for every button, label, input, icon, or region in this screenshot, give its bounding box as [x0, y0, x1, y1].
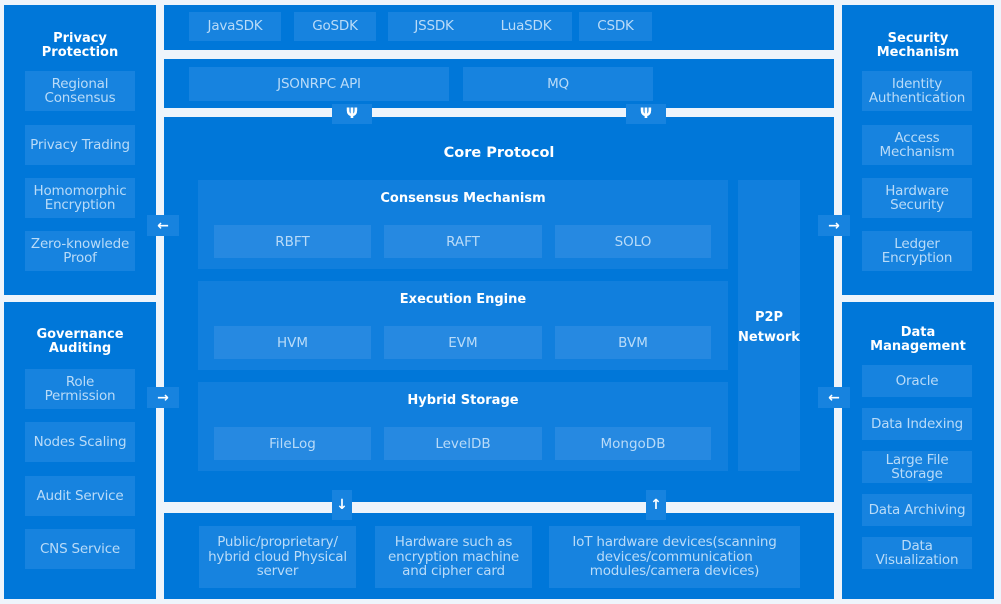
storage-item[interactable]: FileLog: [214, 427, 371, 460]
data-management-item[interactable]: Data Indexing: [862, 408, 972, 440]
security-mechanism-title: Security Mechanism: [876, 31, 960, 60]
privacy-item[interactable]: Zero-knowlede Proof: [25, 231, 135, 271]
privacy-protection-title: Privacy Protection: [41, 31, 119, 60]
security-item[interactable]: Access Mechanism: [862, 125, 972, 165]
infrastructure-item[interactable]: Public/proprietary/ hybrid cloud Physica…: [199, 526, 356, 588]
governance-item[interactable]: CNS Service: [25, 529, 135, 569]
governance-item[interactable]: Audit Service: [25, 476, 135, 516]
sdk-item-go[interactable]: GoSDK: [294, 12, 376, 41]
privacy-item[interactable]: Privacy Trading: [25, 125, 135, 165]
arrow-down-icon: ↓: [332, 490, 352, 520]
core-protocol-title: Core Protocol: [443, 145, 555, 161]
governance-auditing-title: Governance Auditing: [36, 327, 124, 356]
data-management-item[interactable]: Oracle: [862, 365, 972, 397]
security-item[interactable]: Identity Authentication: [862, 71, 972, 111]
infrastructure-item[interactable]: IoT hardware devices(scanning devices/co…: [549, 526, 800, 588]
arrow-up-icon: ↑: [646, 490, 666, 520]
arrow-left-icon: ←: [818, 387, 850, 408]
fork-connector-icon: Ψ: [332, 104, 372, 124]
fork-connector-icon: Ψ: [626, 104, 666, 124]
sdk-item-lua[interactable]: LuaSDK: [480, 12, 572, 41]
execution-engine-title: Execution Engine: [399, 292, 527, 307]
p2p-network-title: P2P Network: [738, 310, 800, 345]
execution-item[interactable]: HVM: [214, 326, 371, 359]
sdk-item-c[interactable]: CSDK: [579, 12, 652, 41]
consensus-item[interactable]: RAFT: [384, 225, 542, 258]
security-item[interactable]: Ledger Encryption: [862, 231, 972, 271]
execution-item[interactable]: EVM: [384, 326, 542, 359]
data-management-title: Data Management: [870, 325, 966, 354]
governance-item[interactable]: Nodes Scaling: [25, 422, 135, 462]
sdk-item-js[interactable]: JSSDK: [388, 12, 480, 41]
consensus-item[interactable]: SOLO: [555, 225, 711, 258]
infrastructure-item[interactable]: Hardware such as encryption machine and …: [375, 526, 532, 588]
consensus-item[interactable]: RBFT: [214, 225, 371, 258]
hybrid-storage-title: Hybrid Storage: [407, 393, 519, 408]
data-management-item[interactable]: Data Archiving: [862, 494, 972, 526]
governance-item[interactable]: Role Permission: [25, 369, 135, 409]
consensus-mechanism-title: Consensus Mechanism: [380, 191, 546, 206]
security-item[interactable]: Hardware Security: [862, 178, 972, 218]
storage-item[interactable]: LevelDB: [384, 427, 542, 460]
api-item-mq[interactable]: MQ: [463, 67, 653, 101]
data-management-item[interactable]: Data Visualization: [862, 537, 972, 569]
execution-item[interactable]: BVM: [555, 326, 711, 359]
privacy-item[interactable]: Homomorphic Encryption: [25, 178, 135, 218]
sdk-item-java[interactable]: JavaSDK: [189, 12, 281, 41]
arrow-left-icon: ←: [147, 215, 179, 236]
data-management-item[interactable]: Large File Storage: [862, 451, 972, 483]
api-item-jsonrpc[interactable]: JSONRPC API: [189, 67, 449, 101]
arrow-right-icon: →: [818, 215, 850, 236]
arrow-right-icon: →: [147, 387, 179, 408]
storage-item[interactable]: MongoDB: [555, 427, 711, 460]
privacy-item[interactable]: Regional Consensus: [25, 71, 135, 111]
